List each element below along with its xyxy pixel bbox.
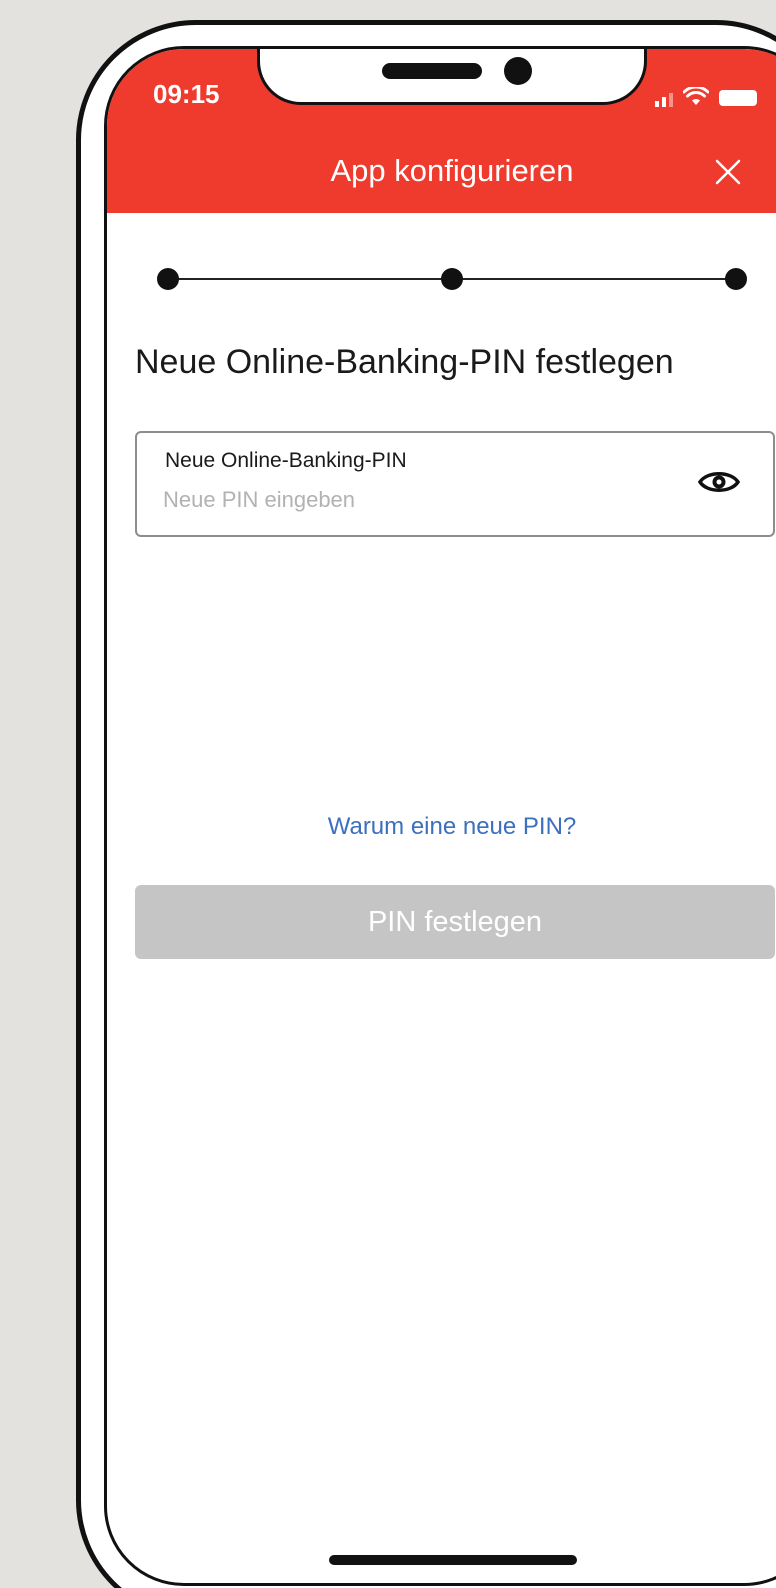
set-pin-button[interactable]: PIN festlegen [135, 885, 775, 959]
phone-screen: 09:15 App konfigurieren Neue Online-Bank… [104, 46, 776, 1586]
eye-icon[interactable] [697, 467, 741, 497]
speaker-grille [382, 63, 482, 79]
home-indicator[interactable] [329, 1555, 577, 1565]
app-header: 09:15 App konfigurieren [107, 49, 776, 213]
status-icons [655, 83, 759, 107]
step-dot-3 [725, 268, 747, 290]
section-heading: Neue Online-Banking-PIN festlegen [135, 343, 674, 381]
step-dot-2 [441, 268, 463, 290]
page-title: App konfigurieren [330, 153, 574, 188]
battery-icon [719, 89, 759, 107]
signal-icon [655, 89, 673, 107]
page: 09:15 App konfigurieren Neue Online-Bank… [0, 0, 776, 1588]
pin-input[interactable] [163, 487, 663, 513]
why-new-pin-link[interactable]: Warum eine neue PIN? [107, 813, 776, 841]
progress-stepper [157, 267, 747, 291]
pin-field-label: Neue Online-Banking-PIN [165, 449, 407, 472]
wifi-icon [683, 87, 709, 107]
close-icon[interactable] [713, 157, 743, 187]
status-time: 09:15 [153, 79, 220, 109]
pin-field[interactable]: Neue Online-Banking-PIN [135, 431, 775, 537]
stepper-line [168, 278, 452, 280]
notch [257, 49, 647, 105]
stepper-line [452, 278, 736, 280]
front-camera [504, 57, 532, 85]
step-dot-1 [157, 268, 179, 290]
